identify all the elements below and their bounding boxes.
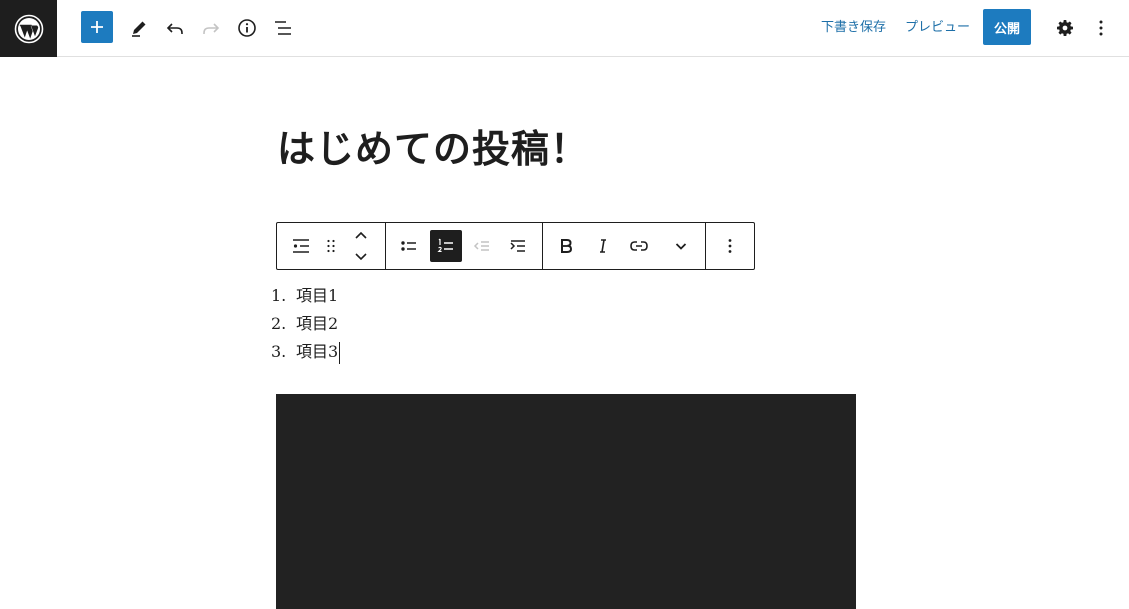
list-item-number: 2. (271, 314, 287, 333)
gear-icon (1057, 20, 1073, 36)
italic-icon (600, 239, 606, 253)
add-block-button[interactable] (81, 11, 113, 43)
details-button[interactable] (229, 10, 265, 46)
more-options-button[interactable] (1083, 10, 1119, 46)
block-options-button[interactable] (714, 230, 746, 262)
list-item-number: 1. (271, 286, 287, 305)
list-item[interactable]: 2. 項目2 (271, 310, 340, 338)
undo-button[interactable] (157, 10, 193, 46)
move-up-down-icon (355, 231, 367, 261)
bold-icon (561, 239, 573, 253)
list-item[interactable]: 1. 項目1 (271, 282, 340, 310)
outdent-icon (473, 241, 489, 251)
indent-button[interactable] (502, 230, 534, 262)
redo-icon (203, 23, 220, 34)
more-formats-button[interactable] (665, 230, 697, 262)
list-view-icon (275, 21, 291, 35)
drag-handle[interactable] (315, 230, 347, 262)
tools-button[interactable] (121, 10, 157, 46)
block-type-button[interactable] (285, 230, 317, 262)
toolbar-divider (385, 223, 386, 269)
italic-button[interactable] (587, 230, 619, 262)
indent-icon (510, 240, 525, 252)
list-block-icon (293, 239, 309, 253)
text-cursor (339, 341, 341, 364)
list-item-number: 3. (271, 342, 287, 361)
info-icon (238, 19, 256, 37)
unordered-list-button[interactable] (393, 230, 425, 262)
plus-icon (91, 21, 103, 33)
settings-button[interactable] (1047, 10, 1083, 46)
link-icon (630, 241, 648, 251)
unordered-list-icon (401, 241, 416, 251)
list-item-text: 項目3 (296, 342, 339, 361)
list-item-text: 項目1 (296, 286, 339, 305)
chevron-down-icon (675, 243, 687, 250)
outdent-button[interactable] (466, 230, 498, 262)
preview-button[interactable]: プレビュー (905, 18, 970, 38)
post-title[interactable]: はじめての投稿！ (277, 122, 589, 176)
ordered-list-block[interactable]: 1. 項目1 2. 項目2 3. 項目3 (271, 282, 341, 366)
block-toolbar (276, 222, 755, 270)
move-block-button[interactable] (345, 230, 377, 262)
list-item[interactable]: 3. 項目3 (271, 338, 341, 366)
drag-handle-icon (327, 239, 335, 253)
pencil-icon (132, 21, 146, 37)
undo-icon (166, 23, 183, 34)
redo-button[interactable] (193, 10, 229, 46)
media-block[interactable] (276, 394, 856, 609)
save-draft-button[interactable]: 下書き保存 (821, 18, 886, 38)
bold-button[interactable] (550, 230, 582, 262)
vertical-ellipsis-icon (728, 239, 732, 253)
ordered-list-button[interactable] (430, 230, 462, 262)
list-item-text: 項目2 (296, 314, 339, 333)
link-button[interactable] (623, 230, 655, 262)
vertical-ellipsis-icon (1099, 20, 1103, 36)
list-view-button[interactable] (265, 10, 301, 46)
wordpress-logo-icon[interactable] (0, 0, 57, 57)
editor-header: 下書き保存 プレビュー 公開 (0, 0, 1129, 57)
toolbar-divider (705, 223, 706, 269)
publish-button[interactable]: 公開 (983, 9, 1031, 45)
toolbar-divider (542, 223, 543, 269)
ordered-list-icon (437, 238, 453, 252)
